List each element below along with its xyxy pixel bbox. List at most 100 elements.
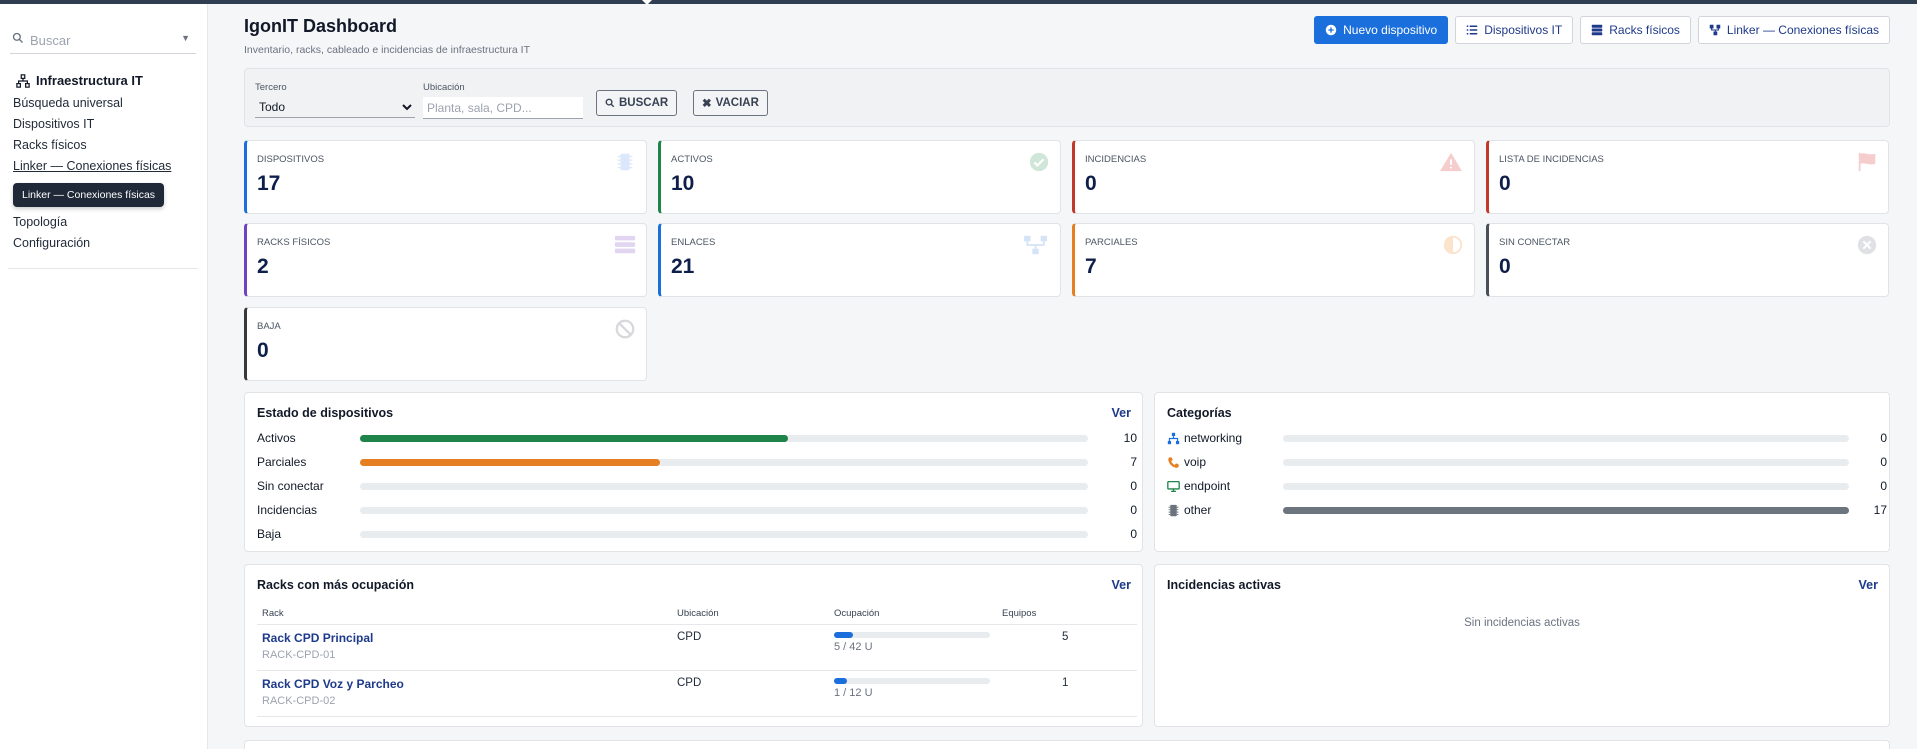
- category-bar-track: [1283, 483, 1849, 490]
- header-actions: Nuevo dispositivo Dispositivos IT Racks …: [1314, 16, 1890, 44]
- sidebar-nav: Búsqueda universal Dispositivos IT Racks…: [13, 93, 171, 254]
- occupancy-text: 5 / 42 U: [834, 640, 873, 653]
- stat-card-lista-incidencias[interactable]: LISTA DE INCIDENCIAS 0: [1486, 140, 1889, 214]
- status-count: 7: [1130, 455, 1137, 469]
- status-count: 0: [1130, 503, 1137, 517]
- occupancy-bar-track: [834, 677, 990, 684]
- status-name: Baja: [257, 527, 282, 541]
- view-link[interactable]: Ver: [1112, 406, 1131, 420]
- category-count: 17: [1873, 503, 1887, 517]
- rack-name-link[interactable]: Rack CPD Voz y Parcheo: [262, 677, 667, 691]
- table-row[interactable]: Rack CPD Voz y Parcheo RACK-CPD-02 CPD 1…: [257, 670, 1137, 717]
- view-link[interactable]: Ver: [1859, 578, 1878, 592]
- stat-label: BAJA: [257, 321, 281, 332]
- category-count: 0: [1880, 479, 1887, 493]
- page-title: IgonIT Dashboard: [244, 16, 397, 36]
- status-bar-track: [360, 483, 1088, 490]
- stat-card-parciales[interactable]: PARCIALES 7: [1072, 223, 1475, 297]
- stat-value: 0: [257, 339, 269, 362]
- new-device-button[interactable]: Nuevo dispositivo: [1314, 16, 1449, 44]
- occupancy-bar-fill: [834, 631, 853, 638]
- rack-name-link[interactable]: Rack CPD Principal: [262, 631, 667, 645]
- sidebar-item-topologia[interactable]: Topología: [13, 212, 171, 233]
- top-accent-bar: [0, 0, 1917, 4]
- stat-card-baja[interactable]: BAJA 0: [244, 307, 647, 381]
- sidebar-item-configuracion[interactable]: Configuración: [13, 233, 171, 254]
- status-row: Incidencias 0: [257, 500, 1137, 520]
- tercero-select[interactable]: Todo: [255, 96, 415, 118]
- rack-location: CPD: [672, 624, 829, 671]
- category-name: networking: [1184, 431, 1243, 445]
- ubicacion-input[interactable]: [423, 97, 583, 119]
- table-row[interactable]: Rack CPD Principal RACK-CPD-01 CPD 5 / 4…: [257, 624, 1137, 671]
- stat-label: LISTA DE INCIDENCIAS: [1499, 154, 1604, 165]
- linker-button[interactable]: Linker — Conexiones físicas: [1697, 16, 1890, 44]
- view-link[interactable]: Ver: [1112, 578, 1131, 592]
- racks-label: Racks físicos: [1609, 23, 1680, 37]
- occupancy-bar-track: [834, 631, 990, 638]
- phone-icon: [1168, 456, 1179, 468]
- sidebar-section-title[interactable]: Infraestructura IT: [16, 73, 143, 88]
- search-icon: [12, 32, 23, 43]
- stat-card-sin-conectar[interactable]: SIN CONECTAR 0: [1486, 223, 1889, 297]
- stat-label: INCIDENCIAS: [1085, 154, 1147, 165]
- sidebar-search[interactable]: ▼: [10, 24, 196, 54]
- table-header-row: Rack Ubicación Ocupación Equipos: [257, 604, 1137, 625]
- rack-code: RACK-CPD-01: [262, 648, 336, 661]
- stat-card-activos[interactable]: ACTIVOS 10: [658, 140, 1061, 214]
- sidebar: ▼ Infraestructura IT Búsqueda universal …: [0, 4, 208, 749]
- panel-title: Racks con más ocupación: [257, 578, 415, 592]
- panel-title: Estado de dispositivos: [257, 406, 394, 420]
- stat-card-dispositivos[interactable]: DISPOSITIVOS 17: [244, 140, 647, 214]
- list-icon: [1466, 25, 1478, 35]
- page-subtitle: Inventario, racks, cableado e incidencia…: [244, 44, 530, 56]
- rack-devices: 5: [997, 624, 1137, 671]
- status-bar-track: [360, 435, 1088, 442]
- rack-occupancy-cell: 1 / 12 U: [829, 670, 997, 717]
- network-icon: [16, 73, 30, 88]
- sidebar-divider: [8, 268, 198, 269]
- stat-label: RACKS FÍSICOS: [257, 237, 331, 248]
- clear-button[interactable]: ✖ VACIAR: [693, 90, 768, 116]
- chevron-down-icon[interactable]: ▼: [181, 33, 190, 43]
- category-row: endpoint 0: [1167, 476, 1887, 496]
- search-input[interactable]: [30, 29, 180, 51]
- network-icon: [1024, 235, 1047, 255]
- category-name-wrap: voip: [1167, 455, 1206, 469]
- check-circle-icon: [1029, 152, 1049, 172]
- sidebar-item-racks-fisicos[interactable]: Racks físicos: [13, 135, 171, 156]
- column-header: Rack: [257, 604, 672, 625]
- half-circle-icon: [1443, 235, 1463, 255]
- sidebar-item-busqueda-universal[interactable]: Búsqueda universal: [13, 93, 171, 114]
- incidents-panel: Incidencias activas Ver Sin incidencias …: [1154, 564, 1890, 727]
- category-row: other 17: [1167, 500, 1887, 520]
- racks-button[interactable]: Racks físicos: [1580, 16, 1691, 44]
- device-status-panel: Estado de dispositivos Ver Activos 10 Pa…: [244, 392, 1143, 552]
- search-button[interactable]: BUSCAR: [596, 90, 678, 116]
- ban-icon: [615, 319, 635, 339]
- category-name-wrap: other: [1167, 503, 1211, 517]
- category-row: voip 0: [1167, 452, 1887, 472]
- category-bar-track: [1283, 435, 1849, 442]
- sidebar-item-linker[interactable]: Linker — Conexiones físicas: [13, 156, 171, 177]
- rack-cell: Rack CPD Voz y Parcheo RACK-CPD-02: [257, 670, 672, 717]
- stat-card-incidencias[interactable]: INCIDENCIAS 0: [1072, 140, 1475, 214]
- server-icon: [614, 235, 636, 254]
- chip-icon: [617, 153, 633, 171]
- status-name: Parciales: [257, 455, 307, 469]
- status-row: Sin conectar 0: [257, 476, 1137, 496]
- monitor-icon: [1167, 480, 1180, 492]
- warning-icon: [1440, 152, 1462, 172]
- close-icon: ✖: [702, 98, 712, 110]
- top-bar-notch: [642, 0, 652, 5]
- stat-value: 0: [1499, 255, 1511, 278]
- rack-devices: 1: [997, 670, 1137, 717]
- stat-card-racks[interactable]: RACKS FÍSICOS 2: [244, 223, 647, 297]
- sidebar-section-label: Infraestructura IT: [36, 73, 143, 88]
- stat-card-enlaces[interactable]: ENLACES 21: [658, 223, 1061, 297]
- devices-button[interactable]: Dispositivos IT: [1455, 16, 1574, 44]
- category-name-wrap: networking: [1167, 431, 1242, 445]
- status-bar-track: [360, 531, 1088, 538]
- sidebar-item-dispositivos-it[interactable]: Dispositivos IT: [13, 114, 171, 135]
- status-count: 10: [1123, 431, 1137, 445]
